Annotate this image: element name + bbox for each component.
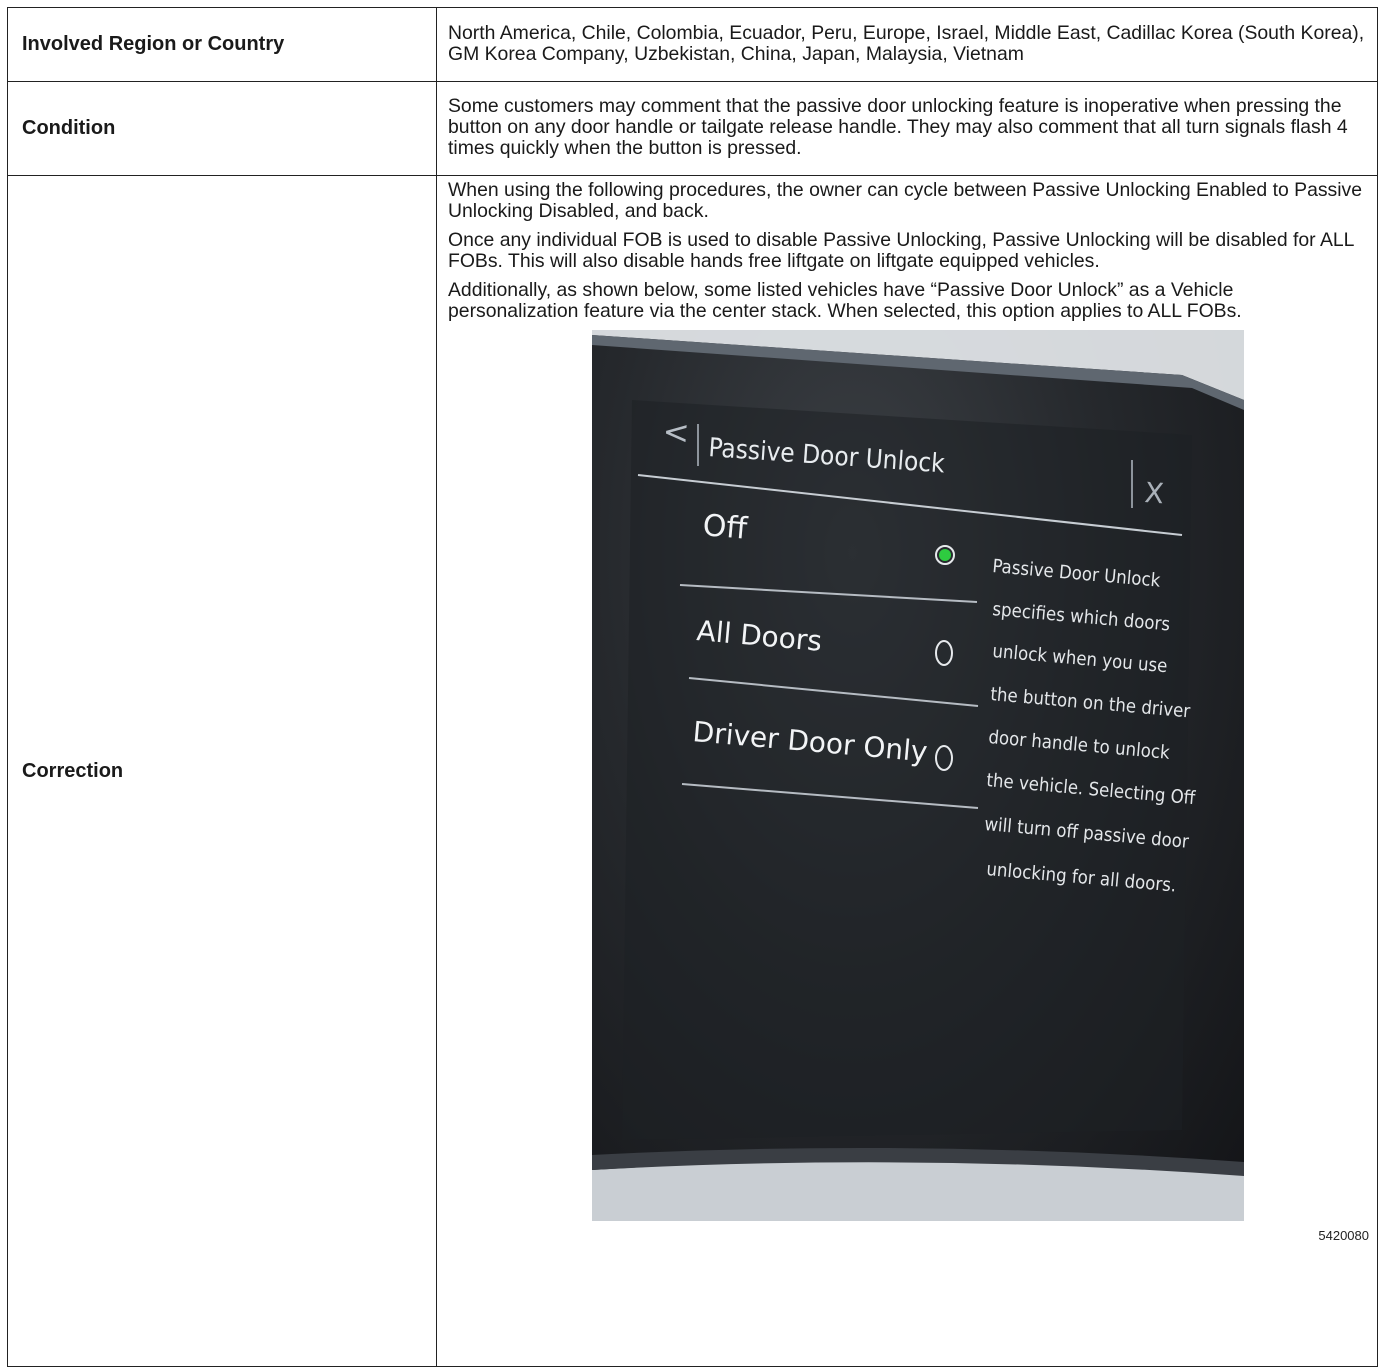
- correction-paragraph: When using the following procedures, the…: [448, 179, 1363, 222]
- correction-paragraph: Additionally, as shown below, some liste…: [448, 278, 1242, 322]
- table-row: Condition Some customers may comment tha…: [7, 81, 1378, 176]
- back-icon: <: [661, 412, 690, 452]
- option-label: Off: [701, 508, 749, 547]
- table-row: Involved Region or Country North America…: [7, 7, 1378, 82]
- row-content: Some customers may comment that the pass…: [436, 81, 1378, 176]
- row-label: Correction: [7, 175, 437, 1367]
- screen-photo-svg: < Passive Door Unlock X Off All Doors Dr…: [592, 329, 1244, 1221]
- row-content: North America, Chile, Colombia, Ecuador,…: [436, 7, 1378, 82]
- figure: < Passive Door Unlock X Off All Doors Dr…: [448, 329, 1369, 1242]
- correction-paragraph: Once any individual FOB is used to disab…: [448, 228, 1354, 272]
- bulletin-table: Involved Region or Country North America…: [7, 7, 1378, 1367]
- close-icon: X: [1144, 476, 1165, 510]
- row-label: Involved Region or Country: [7, 7, 437, 82]
- table-row: Correction When using the following proc…: [7, 175, 1378, 1367]
- row-label: Condition: [7, 81, 437, 176]
- row-content: When using the following procedures, the…: [436, 175, 1378, 1367]
- figure-number: 5420080: [1318, 1227, 1369, 1243]
- screen-photo: < Passive Door Unlock X Off All Doors Dr…: [592, 329, 1244, 1221]
